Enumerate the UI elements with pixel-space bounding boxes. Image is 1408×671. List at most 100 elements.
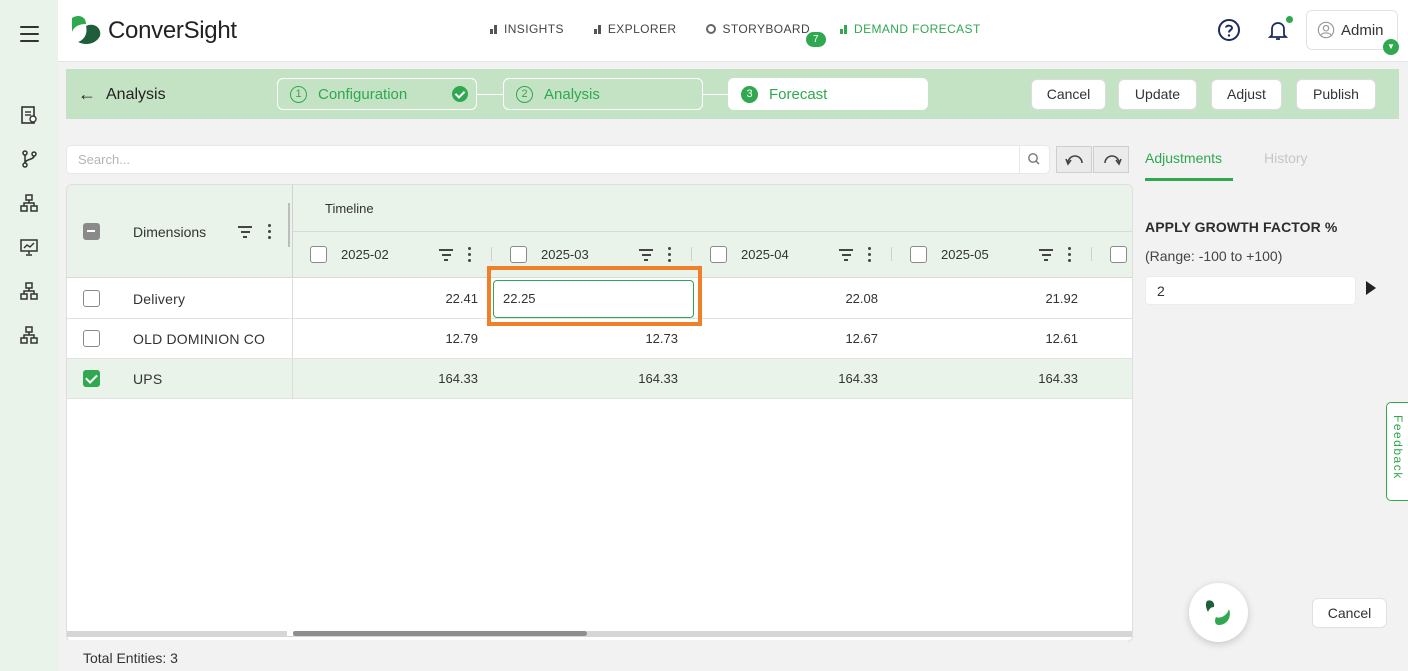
nav-label: STORYBOARD bbox=[722, 22, 811, 36]
horizontal-scrollbar[interactable] bbox=[67, 631, 1132, 637]
growth-factor-input[interactable] bbox=[1146, 277, 1346, 304]
column-resize-handle[interactable] bbox=[288, 203, 290, 247]
cell-value[interactable]: 12.73 bbox=[598, 331, 678, 346]
search-box bbox=[66, 145, 1050, 174]
column-header-2025-04: 2025-04 bbox=[741, 247, 789, 262]
cell-value[interactable]: 164.33 bbox=[798, 371, 878, 386]
hierarchy-icon[interactable] bbox=[18, 192, 40, 214]
top-bar: ConverSight INSIGHTS EXPLORER STORYBOARD… bbox=[58, 0, 1408, 62]
scrollbar-thumb[interactable] bbox=[293, 631, 587, 636]
edited-cell-highlight bbox=[487, 266, 702, 326]
storyboard-badge: 7 bbox=[806, 32, 827, 47]
row-checkbox[interactable] bbox=[83, 290, 100, 307]
cancel-button[interactable]: Cancel bbox=[1031, 79, 1106, 110]
report-icon[interactable] bbox=[18, 104, 40, 126]
nav-storyboard[interactable]: STORYBOARD 7 bbox=[706, 22, 827, 47]
adjust-button[interactable]: Adjust bbox=[1211, 79, 1282, 110]
cell-value[interactable]: 12.79 bbox=[398, 331, 478, 346]
bar-chart-icon bbox=[593, 24, 602, 34]
column-checkbox[interactable] bbox=[710, 246, 727, 263]
step-forecast[interactable]: 3 Forecast bbox=[728, 78, 928, 110]
back-button[interactable]: ← Analysis bbox=[78, 84, 166, 105]
cell-value[interactable]: 164.33 bbox=[998, 371, 1078, 386]
redo-button[interactable] bbox=[1093, 146, 1129, 173]
filter-icon[interactable] bbox=[1039, 249, 1053, 261]
more-vert-icon[interactable] bbox=[868, 247, 872, 263]
nav-label: INSIGHTS bbox=[504, 22, 564, 36]
logo[interactable]: ConverSight bbox=[68, 14, 237, 48]
nav-demand-forecast[interactable]: DEMAND FORECAST bbox=[840, 22, 981, 36]
more-vert-icon[interactable] bbox=[668, 247, 672, 263]
more-vert-icon[interactable] bbox=[468, 247, 472, 263]
main-nav: INSIGHTS EXPLORER STORYBOARD 7 DEMAND FO… bbox=[490, 22, 1011, 47]
nav-label: EXPLORER bbox=[607, 22, 677, 36]
hierarchy-icon[interactable] bbox=[18, 280, 40, 302]
divider bbox=[292, 359, 293, 399]
notification-bell-icon[interactable] bbox=[1266, 16, 1293, 42]
filter-icon[interactable] bbox=[238, 226, 252, 238]
cell-value[interactable]: 12.67 bbox=[798, 331, 878, 346]
branch-icon[interactable] bbox=[18, 148, 40, 170]
step-configuration[interactable]: 1 Configuration bbox=[277, 78, 477, 110]
cell-value[interactable]: 22.41 bbox=[398, 291, 478, 306]
growth-factor-field bbox=[1145, 276, 1356, 305]
column-checkbox[interactable] bbox=[310, 246, 327, 263]
filter-icon[interactable] bbox=[839, 249, 853, 261]
row-checkbox[interactable] bbox=[83, 330, 100, 347]
divider bbox=[292, 319, 293, 359]
undo-icon bbox=[1065, 155, 1083, 166]
divider bbox=[1091, 247, 1092, 261]
filter-icon[interactable] bbox=[639, 249, 653, 261]
tab-history[interactable]: History bbox=[1264, 150, 1308, 166]
hierarchy-icon[interactable] bbox=[18, 324, 40, 346]
growth-factor-title: APPLY GROWTH FACTOR % bbox=[1145, 219, 1338, 235]
dimensions-header: Dimensions bbox=[133, 224, 207, 240]
brand-name: ConverSight bbox=[108, 17, 237, 44]
select-all-checkbox[interactable] bbox=[83, 223, 100, 240]
grid-header: Dimensions Timeline 2025-02 2025-03 2025… bbox=[67, 185, 1132, 278]
cell-value[interactable]: 21.92 bbox=[998, 291, 1078, 306]
row-checkbox[interactable] bbox=[83, 370, 100, 387]
more-vert-icon[interactable] bbox=[1068, 247, 1072, 263]
play-icon[interactable] bbox=[1366, 281, 1376, 295]
row-dimension: Delivery bbox=[133, 291, 186, 307]
tab-adjustments[interactable]: Adjustments bbox=[1145, 150, 1222, 166]
more-vert-icon[interactable] bbox=[268, 224, 272, 240]
cell-value[interactable]: 22.08 bbox=[798, 291, 878, 306]
cell-value[interactable]: 164.33 bbox=[398, 371, 478, 386]
forecast-grid: Dimensions Timeline 2025-02 2025-03 2025… bbox=[66, 184, 1133, 642]
row-dimension: OLD DOMINION CO bbox=[133, 331, 266, 347]
column-checkbox[interactable] bbox=[910, 246, 927, 263]
cell-value[interactable]: 164.33 bbox=[598, 371, 678, 386]
filter-icon[interactable] bbox=[439, 249, 453, 261]
cancel-button-secondary[interactable]: Cancel bbox=[1312, 598, 1387, 628]
divider bbox=[891, 247, 892, 261]
undo-button[interactable] bbox=[1056, 146, 1092, 173]
search-icon[interactable] bbox=[1019, 146, 1049, 173]
menu-icon[interactable] bbox=[20, 26, 39, 42]
column-checkbox[interactable] bbox=[510, 246, 527, 263]
nav-insights[interactable]: INSIGHTS bbox=[490, 22, 564, 36]
chat-assistant-button[interactable] bbox=[1189, 583, 1248, 642]
check-circle-icon bbox=[452, 86, 468, 102]
publish-button[interactable]: Publish bbox=[1296, 79, 1376, 110]
nav-explorer[interactable]: EXPLORER bbox=[593, 22, 677, 36]
feedback-label: Feedback bbox=[1391, 415, 1405, 480]
table-row[interactable]: UPS 164.33 164.33 164.33 164.33 bbox=[67, 359, 1132, 399]
storyboard-icon bbox=[706, 24, 717, 34]
update-button[interactable]: Update bbox=[1118, 79, 1197, 110]
column-checkbox[interactable] bbox=[1110, 246, 1127, 263]
chevron-down-icon[interactable]: ▼ bbox=[1383, 39, 1399, 55]
user-name: Admin bbox=[1341, 21, 1384, 39]
cell-value[interactable]: 12.61 bbox=[998, 331, 1078, 346]
column-header-2025-03: 2025-03 bbox=[541, 247, 589, 262]
search-input[interactable] bbox=[67, 146, 1007, 173]
step-analysis[interactable]: 2 Analysis bbox=[503, 78, 703, 110]
grid-footer: Total Entities: 3 bbox=[66, 640, 1128, 671]
help-icon[interactable] bbox=[1217, 18, 1241, 42]
step-label: Configuration bbox=[318, 85, 408, 103]
notification-dot bbox=[1286, 16, 1293, 23]
user-menu[interactable]: Admin ▼ bbox=[1306, 10, 1399, 55]
presentation-icon[interactable] bbox=[18, 236, 40, 258]
feedback-tab[interactable]: Feedback bbox=[1386, 402, 1408, 501]
